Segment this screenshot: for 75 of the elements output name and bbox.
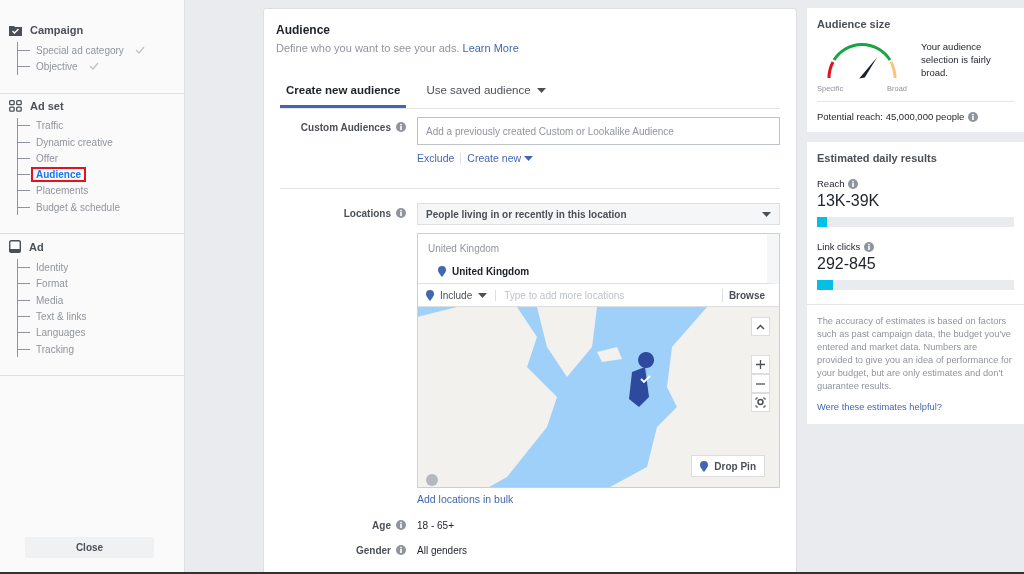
section-title: Campaign — [30, 24, 84, 36]
nav-item[interactable]: Traffic — [31, 118, 69, 134]
caret-icon — [762, 211, 771, 217]
nav-item[interactable]: Tracking — [31, 341, 79, 357]
section-title: Audience — [276, 23, 331, 37]
zoom-in-button[interactable] — [751, 355, 770, 374]
metric-label: Link clicks — [817, 241, 861, 252]
tab[interactable]: Use saved audience — [420, 80, 552, 108]
location-pin-icon — [700, 460, 709, 472]
plus-icon — [756, 360, 765, 369]
nav-item[interactable]: Text & links — [31, 308, 92, 324]
estimate-note: The accuracy of estimates is based on factors such as past campaign data, the budget you've entered and market data. Numbers are provided to give you an idea of performance for your budget, but are only estimates and don't guarantee results. — [817, 315, 1013, 393]
collapse-button[interactable] — [751, 317, 770, 336]
field-label: Gender — [356, 544, 391, 556]
bulk-locations-link[interactable]: Add locations in bulk — [417, 493, 514, 505]
location-pin-icon — [438, 266, 446, 277]
field-label: Custom Audiences — [300, 121, 391, 133]
info-icon[interactable] — [396, 122, 406, 132]
info-icon[interactable] — [396, 208, 406, 218]
learn-more-link[interactable]: Learn More — [462, 42, 519, 54]
selected-location[interactable]: United Kingdom — [452, 266, 530, 277]
location-pin-icon — [426, 289, 434, 301]
caret-icon — [478, 292, 488, 298]
info-icon[interactable] — [396, 545, 406, 555]
nav-item[interactable]: Objective — [31, 58, 83, 74]
location-group: United Kingdom — [428, 243, 757, 254]
field-label: Age — [372, 519, 391, 531]
nav-item[interactable]: Offer — [31, 150, 64, 166]
include-dropdown[interactable]: Include — [426, 289, 497, 301]
close-button[interactable]: Close — [25, 537, 154, 558]
feedback-link[interactable]: Were these estimates helpful? — [817, 402, 942, 412]
info-icon[interactable] — [396, 520, 406, 530]
tab[interactable]: Create new audience — [280, 80, 407, 108]
browse-button[interactable]: Browse — [721, 288, 771, 302]
checked-folder-icon — [9, 24, 22, 36]
audience-description: Your audience selection is fairly broad. — [921, 40, 992, 80]
grid-icon — [9, 99, 22, 112]
card-title: Estimated daily results — [817, 152, 938, 164]
nav-item[interactable]: Format — [31, 276, 73, 292]
location-type-dropdown[interactable]: People living in or recently in this location — [417, 203, 780, 225]
check-icon — [88, 62, 99, 71]
gender-value[interactable]: All genders — [417, 540, 780, 560]
info-icon[interactable] — [848, 178, 859, 189]
subtitle: Define who you want to see your ads. Learn More — [276, 42, 520, 54]
nav-item[interactable]: Languages — [31, 325, 91, 341]
location-target-icon — [755, 397, 766, 408]
card-title: Audience size — [817, 18, 892, 30]
nav-item[interactable]: Identity — [31, 260, 74, 275]
chevron-up-icon — [756, 323, 765, 330]
age-value[interactable]: 18 - 65+ — [417, 515, 780, 535]
nav-item[interactable]: Placements — [31, 183, 94, 199]
minus-icon — [756, 382, 765, 385]
nav-item[interactable]: Budget & schedule — [31, 199, 125, 215]
custom-audience-field[interactable]: Add a previously created Custom or Lookalike Audience — [417, 117, 780, 145]
info-icon[interactable] — [968, 111, 979, 122]
nav-item[interactable]: Special ad category — [31, 42, 129, 58]
nav-item[interactable]: Media — [31, 292, 69, 308]
field-label: Locations — [343, 207, 391, 219]
locate-button[interactable] — [751, 393, 770, 412]
info-icon[interactable] — [864, 241, 875, 252]
metric-label: Reach — [817, 178, 845, 189]
metric-value: 13K-39K — [817, 192, 881, 210]
caret-icon — [524, 155, 534, 161]
nav-item[interactable]: Audience — [31, 167, 86, 183]
tablet-icon — [9, 240, 21, 254]
nav-item[interactable]: Dynamic creative — [31, 134, 118, 150]
create-new-link[interactable]: Create new — [467, 152, 534, 164]
potential-reach: Potential reach: 45,000,000 people — [817, 111, 965, 122]
drop-pin-button[interactable]: Drop Pin — [691, 455, 765, 477]
check-icon — [134, 46, 145, 55]
metric-value: 292-845 — [817, 255, 877, 273]
exclude-link[interactable]: Exclude — [417, 152, 455, 164]
caret-icon — [536, 87, 546, 93]
section-title: Ad set — [30, 99, 64, 112]
section-title: Ad — [29, 240, 44, 253]
